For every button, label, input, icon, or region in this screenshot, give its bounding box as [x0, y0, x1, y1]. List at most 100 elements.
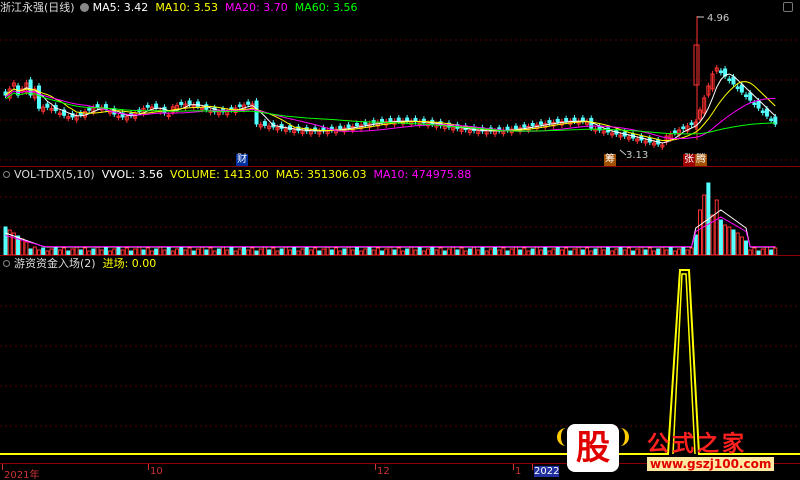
event-zhang-tag[interactable]: 张 [683, 154, 695, 166]
volume-bar [62, 247, 67, 255]
volume-bar [585, 247, 590, 255]
candle-body [744, 94, 749, 97]
event-chou-tag[interactable]: 筹 [604, 154, 616, 166]
candle-body [731, 76, 736, 85]
candle-body [764, 108, 769, 117]
candle-body [246, 101, 251, 105]
volume-bar [304, 246, 309, 255]
volume-bar [145, 247, 150, 255]
volume-bar [564, 247, 569, 255]
candle-body [681, 126, 686, 129]
candle-body [28, 79, 33, 96]
candle-body [36, 85, 41, 109]
candle-body [396, 117, 401, 122]
candle-body [78, 112, 83, 115]
volume-bar [396, 247, 401, 255]
volume-bar [53, 246, 58, 255]
volume-bar [735, 232, 740, 255]
volume-bar [727, 226, 732, 255]
watermark-gu-badge: 股 [567, 424, 619, 472]
volume-bar [626, 247, 631, 255]
volume-bar [693, 234, 698, 255]
volume-bar [82, 247, 87, 255]
volume-bar [367, 246, 372, 255]
volume-bar [493, 246, 498, 255]
volume-bar [116, 246, 121, 255]
volume-bar [576, 246, 581, 255]
candle-body [354, 123, 359, 127]
volume-bar [41, 247, 46, 255]
candle-body [346, 124, 351, 128]
candle-body [363, 121, 368, 125]
volume-bar [459, 247, 464, 255]
candle-body [530, 122, 535, 127]
volume-bar [501, 247, 506, 255]
candle-body [756, 100, 761, 109]
watermark-url: www.gszj100.com [647, 457, 775, 471]
volume-bar [647, 247, 652, 255]
volume-bar [668, 247, 673, 255]
volume-bar [124, 247, 129, 255]
volume-bar [698, 209, 703, 255]
price-high-label: 4.96 [707, 13, 730, 24]
volume-bar [752, 247, 757, 255]
time-label-oct: 10 [148, 464, 163, 477]
volume-bar [605, 247, 610, 255]
volume-bar [430, 246, 435, 255]
volume-bar [522, 247, 527, 255]
volume-bar [200, 246, 205, 255]
candle-body [718, 70, 723, 73]
volume-bar [187, 247, 192, 255]
volume-bar [451, 246, 456, 255]
volume-bar [480, 247, 485, 255]
volume-bar [250, 247, 255, 255]
candle-body [735, 86, 740, 89]
volume-bar [95, 246, 100, 255]
volume-bar [718, 219, 723, 255]
vol-ma10-line [5, 216, 776, 248]
time-label-dec: 12 [375, 464, 390, 477]
volume-bar [417, 247, 422, 255]
time-label-jan: 1 [512, 464, 522, 477]
volume-bar [229, 247, 234, 255]
volume-bar [597, 246, 602, 255]
candle-body [145, 104, 150, 108]
watermark-horn-icon [557, 428, 567, 446]
volume-bar [103, 247, 108, 255]
candle-body [187, 100, 192, 105]
volume-bar [681, 246, 686, 255]
volume-bar [221, 246, 226, 255]
candle-body [760, 110, 765, 113]
candle-body [254, 100, 259, 125]
candle-body [154, 103, 159, 109]
candle-body [505, 126, 510, 131]
event-teng-tag[interactable]: 腾 [695, 154, 707, 166]
volume-bar [744, 240, 749, 255]
volume-bar [375, 247, 380, 255]
volume-bar [773, 247, 778, 255]
candle-body [87, 108, 92, 111]
volume-bar [24, 241, 29, 255]
candle-body [672, 130, 677, 133]
volume-bar [166, 247, 171, 255]
volume-bar [689, 247, 694, 255]
volume-bar [354, 247, 359, 255]
candle-body [572, 117, 577, 122]
volume-chart[interactable] [0, 167, 800, 255]
candle-body [45, 103, 50, 108]
volume-bar [409, 246, 414, 255]
price-low-label: 3.13 [626, 150, 649, 161]
candle-body [195, 101, 200, 107]
candle-body [380, 118, 385, 123]
volume-bar [731, 229, 736, 255]
volume-bar [739, 236, 744, 255]
candlestick-chart[interactable] [0, 0, 800, 166]
volume-bar [179, 246, 184, 255]
volume-bar [555, 246, 560, 255]
event-cai-tag[interactable]: 财 [236, 154, 248, 166]
volume-bar [543, 247, 548, 255]
volume-bar [334, 247, 339, 255]
volume-bar [388, 246, 393, 255]
candle-body [752, 102, 757, 105]
watermark-gu-char: 股 [576, 428, 610, 468]
